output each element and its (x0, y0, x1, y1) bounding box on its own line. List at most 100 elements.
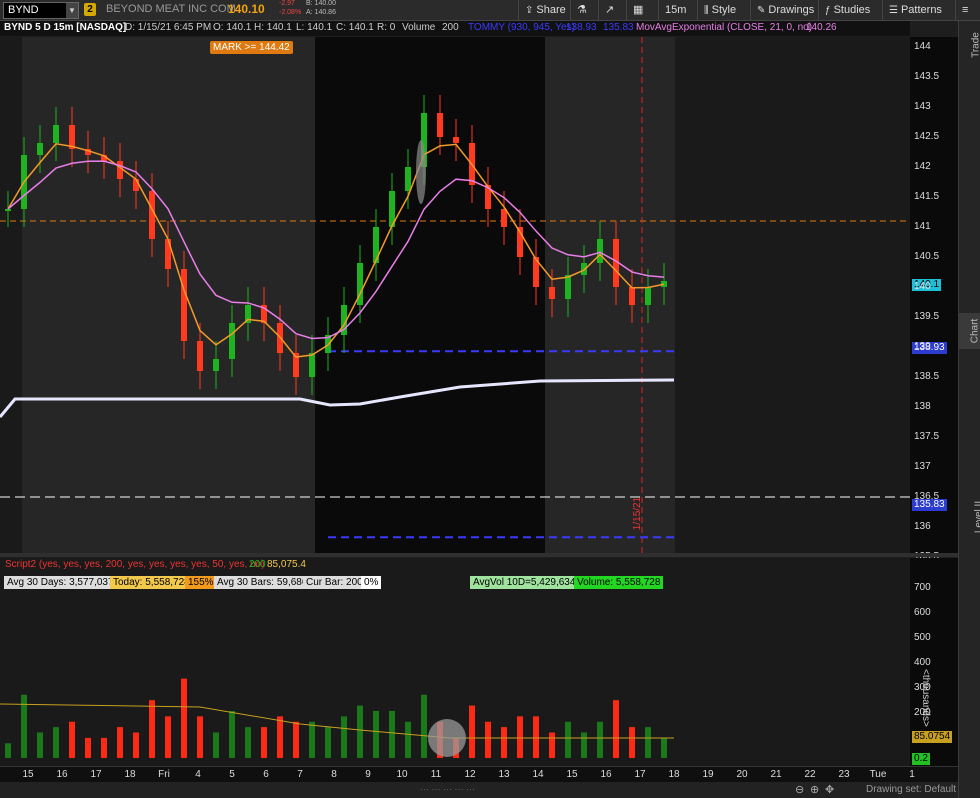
volume-bar (373, 710, 379, 758)
bar-high: H: 140.1 (254, 22, 292, 33)
price-axis[interactable]: 140.1 138.93 135.83 144 143.5 143 142.5 142 1… (910, 37, 958, 562)
time-tick-label: Fri (158, 769, 170, 780)
style-button[interactable]: ⫼ Style (697, 0, 742, 20)
price-candle (213, 359, 219, 371)
menu-icon: ≡ (962, 4, 969, 16)
side-tab[interactable]: Dashboard (959, 431, 980, 491)
chart-title: BYND 5 D 15m [NASDAQ] (4, 22, 127, 33)
volume-bar (293, 721, 299, 758)
side-tab[interactable]: Big Buttons (959, 251, 980, 311)
side-tab[interactable]: Active Trader (959, 171, 980, 247)
time-tick-label: 13 (498, 769, 510, 780)
mark-label: MARK >= 144.42 (210, 41, 293, 54)
avg30days-label: Avg 30 Days: 3,577,037 (4, 576, 117, 589)
volume-bar (517, 716, 523, 758)
bar-close: C: 140.1 (336, 22, 374, 33)
time-tick-label: 11 (430, 769, 442, 780)
studies-button[interactable]: ƒ Studies (818, 0, 876, 20)
time-tick-label: 20 (736, 769, 748, 780)
side-tab[interactable]: Trade (959, 25, 980, 65)
volume-bar (341, 716, 347, 758)
bar-date: D: 1/15/21 6:45 PM (125, 22, 212, 33)
status-dots: ··· ··· ··· ··· ··· (420, 784, 475, 794)
volume-average-line (0, 703, 674, 739)
symbol-selector[interactable]: BYND ▼ (3, 2, 79, 19)
side-tab-label: Level II (973, 500, 980, 534)
volume-axis[interactable]: <thousands> 85.0754 0.2 700 600 500 400 300 2… (910, 558, 958, 766)
volume-bar (613, 700, 619, 758)
price-candle (565, 275, 571, 299)
price-candle (309, 353, 315, 377)
pane-separator[interactable] (0, 553, 958, 557)
volume-highlight (428, 719, 466, 757)
price-chart-svg (0, 37, 910, 553)
side-tab[interactable]: Times And Sales (959, 71, 980, 167)
volume-bar (277, 716, 283, 758)
link-badge[interactable]: 2 (84, 3, 96, 16)
volume-bar (101, 737, 107, 758)
volume-bar (229, 710, 235, 758)
chart-info-bar: BYND 5 D 15m [NASDAQ] D: 1/15/21 6:45 PM… (0, 21, 910, 36)
bid-price: B: 140.00 (306, 0, 336, 7)
side-tab[interactable]: Chart (959, 313, 980, 349)
price-tick-label: 137.5 (914, 431, 940, 442)
timeframe-button[interactable]: 15m (658, 0, 692, 20)
volume-bar (581, 732, 587, 758)
side-tab[interactable]: Level II (959, 495, 980, 539)
price-tick-label: 138.5 (914, 371, 940, 382)
tommy-study-label[interactable]: TOMMY (930, 945, Yes) (468, 22, 575, 33)
patterns-button[interactable]: ☰ Patterns (882, 0, 948, 20)
side-tab[interactable]: Phase Scores (959, 353, 980, 427)
change-percent: -2.08% (279, 9, 302, 16)
price-chart[interactable]: MARK >= 144.42 1/15/21 (0, 37, 910, 553)
volume-pane[interactable]: Script2 (yes, yes, yes, 200, yes, yes, y… (0, 558, 910, 766)
avg30bars-label: Avg 30 Bars: 59,686 (214, 576, 311, 589)
drawings-button[interactable]: ✎ Drawings (750, 0, 820, 20)
side-tab[interactable]: Live News (959, 543, 980, 603)
price-candle (53, 125, 59, 143)
volume-bar (661, 737, 667, 758)
price-tick-label: 136.5 (914, 491, 940, 502)
today-pct-label: 155% (185, 576, 217, 589)
date-marker-label: 1/15/21 (632, 496, 644, 531)
side-tab-panel: Trade Times And Sales Active Trader Big But… (958, 21, 980, 798)
volume-tick-label: 400 (914, 657, 931, 668)
time-axis[interactable]: 15 16 17 18 Fri 4 5 6 7 8 9 10 11 12 13 14 15 16 17 18 19 20 2… (0, 766, 958, 783)
time-tick-label: 16 (56, 769, 68, 780)
volume-bar (309, 721, 315, 758)
price-candle (549, 287, 555, 299)
session-shade (22, 37, 315, 553)
drawing-set-label[interactable]: Drawing set: Default (866, 784, 956, 795)
share-button[interactable]: ⇪ Share (518, 0, 572, 20)
price-candle (453, 137, 459, 143)
price-tick-label: 141.5 (914, 191, 940, 202)
time-tick-label: 15 (566, 769, 578, 780)
chevron-down-icon[interactable]: ▼ (66, 3, 78, 18)
session-shade (545, 37, 675, 553)
volume-bar (165, 716, 171, 758)
pan-icon[interactable]: ✥ (825, 783, 834, 796)
zoom-in-icon[interactable]: ⊕ (810, 783, 819, 796)
volume-bar (645, 727, 651, 758)
candles-icon: ⫼ (704, 5, 709, 16)
volume-bar (597, 721, 603, 758)
volume-bar (501, 727, 507, 758)
script-label[interactable]: Script2 (yes, yes, yes, 200, yes, yes, y… (2, 558, 268, 571)
curbar-pct-label: 0% (361, 576, 382, 589)
tommy-value-1: 138.93 (566, 22, 597, 33)
price-tick-label: 139.5 (914, 311, 940, 322)
time-tick-label: 8 (331, 769, 337, 780)
volume-cur-label: 0.2 (912, 753, 930, 765)
price-tick-label: 136 (914, 521, 931, 532)
price-candle (229, 323, 235, 359)
ema-study-label[interactable]: MovAvgExponential (CLOSE, 21, 0, no) (636, 22, 812, 33)
price-candle (197, 341, 203, 371)
company-name: BEYOND MEAT INC COM (106, 3, 236, 15)
zoom-out-icon[interactable]: ⊖ (795, 783, 804, 796)
volume-bar (565, 721, 571, 758)
menu-button[interactable]: ≡ (955, 0, 980, 20)
bar-range: R: 0 (377, 22, 396, 33)
side-tab-label: Chart (969, 318, 980, 344)
volume-bar (549, 732, 555, 758)
volume-bar (181, 678, 187, 758)
